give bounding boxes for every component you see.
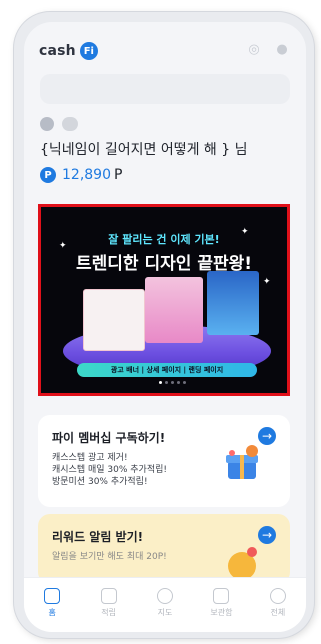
app-screen: cash Fi ◎ ● {닉네임이 길어지면 어떻게 해 } 님 P 12,89… — [24, 22, 306, 632]
promo-banner[interactable]: ✦ ✦ ✦ 잘 팔리는 건 이제 기본! 트렌디한 디자인 끝판왕! 광고 배너… — [38, 204, 290, 396]
bell-icon[interactable]: ● — [274, 42, 290, 58]
pager-dot — [171, 381, 174, 384]
points-value: 12,890 — [62, 167, 111, 183]
pager-dot — [159, 381, 162, 384]
points-unit: P — [114, 167, 123, 183]
banner-pager — [159, 381, 186, 384]
banner-card — [83, 289, 145, 351]
tab-label: 보관함 — [210, 608, 233, 617]
tab-all[interactable]: 전체 — [250, 578, 306, 632]
logo-text: cash — [39, 43, 76, 59]
tab-label: 지도 — [157, 608, 173, 617]
nickname: {닉네임이 길어지면 어떻게 해 } 님 — [40, 142, 248, 158]
tab-label: 적립 — [101, 608, 116, 617]
tab-home[interactable]: 홈 — [24, 578, 80, 632]
grade-icon — [40, 117, 54, 131]
membership-card[interactable]: 파이 멤버십 구독하기! 캐스스텝 광고 제거! 캐시스텝 매일 30% 추가적… — [38, 415, 290, 507]
reward-card[interactable]: 리워드 알림 받기! 알림을 보기만 해도 최대 20P! → — [38, 514, 290, 584]
app-header: cash Fi ◎ ● — [24, 22, 306, 82]
points-row[interactable]: P 12,890 P — [40, 167, 300, 183]
profile-section: {닉네임이 길어지면 어떻게 해 } 님 P 12,890 P — [40, 117, 300, 183]
tab-storage[interactable]: 보관함 — [193, 578, 249, 632]
search-bar[interactable] — [40, 74, 290, 104]
tab-earn[interactable]: 적립 — [80, 578, 136, 632]
alarm-icon — [228, 547, 257, 580]
banner-card — [207, 271, 259, 335]
sparkle-icon: ✦ — [263, 277, 271, 287]
banner-footer: 광고 배너 | 상세 페이지 | 랜딩 페이지 — [77, 363, 257, 377]
pager-dot — [177, 381, 180, 384]
bell-ring-icon[interactable]: ◎ — [246, 42, 262, 58]
grade-pill — [62, 117, 78, 131]
tab-map[interactable]: 지도 — [137, 578, 193, 632]
pager-dot — [183, 381, 186, 384]
basket-icon — [213, 588, 230, 604]
logo-badge: Fi — [79, 42, 98, 60]
pager-dot — [165, 381, 168, 384]
star-icon — [100, 588, 117, 604]
tab-label: 홈 — [48, 608, 56, 617]
bottom-tab-bar: 홈 적립 지도 보관함 전체 — [24, 577, 306, 632]
more-icon — [269, 588, 286, 604]
gift-icon — [226, 445, 258, 479]
map-pin-icon — [157, 588, 174, 604]
banner-card — [145, 277, 203, 343]
point-icon: P — [40, 167, 56, 183]
app-logo[interactable]: cash Fi — [39, 42, 98, 60]
grade-row — [40, 117, 300, 131]
banner-headline: 잘 팔리는 건 이제 기본! — [108, 233, 220, 246]
tab-label: 전체 — [270, 608, 286, 617]
home-icon — [44, 588, 61, 604]
